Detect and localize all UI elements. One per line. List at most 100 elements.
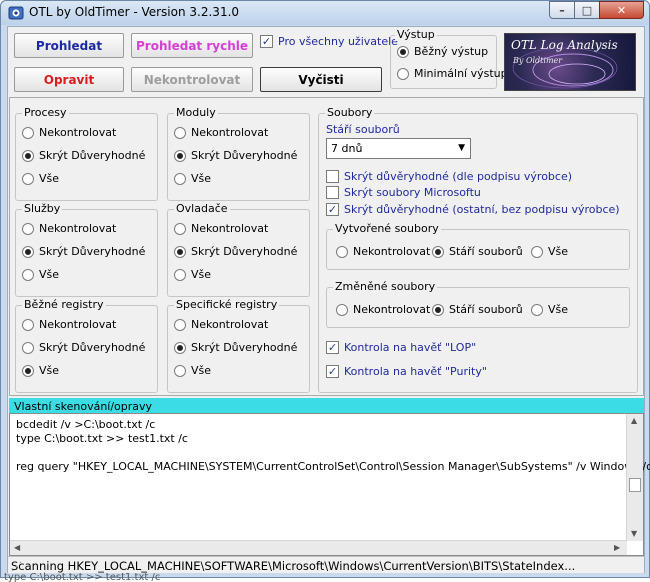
bezne-registry-radio-all[interactable]: Vše [22, 364, 59, 377]
created-radio-none[interactable]: Nekontrolovat [336, 245, 430, 258]
changed-dot-all[interactable] [531, 303, 543, 316]
sluzby-dot-none[interactable] [22, 222, 34, 235]
scroll-right-icon[interactable]: ▶ [614, 543, 620, 552]
sluzby-dot-hide-trusted[interactable] [22, 245, 34, 258]
bezne-registry-dot-none[interactable] [22, 318, 34, 331]
sluzby-radio-hide-trusted[interactable]: Skrýt Důveryhodné [22, 245, 145, 258]
scroll-down-icon[interactable]: ▼ [631, 529, 637, 538]
vertical-scroll-thumb[interactable] [629, 478, 641, 492]
moduly-dot-hide-trusted[interactable] [174, 149, 186, 162]
moduly-dot-none[interactable] [174, 126, 186, 139]
created-files-label: Vytvořené soubory [333, 222, 441, 235]
horizontal-scrollbar[interactable]: ◀ ▶ [10, 540, 627, 555]
sluzby-radio-all[interactable]: Vše [22, 268, 59, 281]
hide-trusted-other-checkbox[interactable]: ✓ Skrýt důvěryhodné (ostatní, bez podpis… [326, 203, 620, 216]
sluzby-radio-none[interactable]: Nekontrolovat [22, 222, 116, 235]
bezne-registry-opt-hide-trusted: Skrýt Důveryhodné [39, 341, 146, 354]
ovladace-radio-hide-trusted[interactable]: Skrýt Důveryhodné [174, 245, 297, 258]
none-button[interactable]: Nekontrolovat [131, 67, 253, 92]
changed-radio-all[interactable]: Vše [531, 303, 568, 316]
specificke-registry-dot-none[interactable] [174, 318, 186, 331]
specificke-registry-opt-none: Nekontrolovat [191, 318, 269, 331]
vertical-scrollbar[interactable]: ▲ ▼ [626, 414, 643, 541]
file-age-select[interactable]: 7 dnů ▼ [326, 138, 471, 159]
ovladace-dot-none[interactable] [174, 222, 186, 235]
bezne-registry-radio-hide-trusted[interactable]: Skrýt Důveryhodné [22, 341, 145, 354]
moduly-radio-none[interactable]: Nekontrolovat [174, 126, 268, 139]
output-minimal-radio[interactable]: Minimální výstup [397, 67, 508, 80]
changed-opt-none: Nekontrolovat [353, 303, 431, 316]
moduly-radio-all[interactable]: Vše [174, 172, 211, 185]
changed-dot-age[interactable] [432, 303, 444, 316]
all-users-checkbox[interactable]: ✓ Pro všechny uživatele [260, 35, 398, 48]
quick-scan-button[interactable]: Prohledat rychle [131, 33, 253, 58]
bezne-registry-dot-all[interactable] [22, 364, 34, 377]
status-bar: Scanning HKEY_LOCAL_MACHINE\SOFTWARE\Mic… [8, 556, 644, 573]
created-dot-age[interactable] [432, 245, 444, 258]
ovladace-radio-all[interactable]: Vše [174, 268, 211, 281]
lop-checkbox[interactable]: ✓ Kontrola na havěť "LOP" [326, 341, 476, 354]
moduly-radio-hide-trusted[interactable]: Skrýt Důveryhodné [174, 149, 297, 162]
procesy-radio-all[interactable]: Vše [22, 172, 59, 185]
output-minimal-dot[interactable] [397, 67, 409, 80]
bezne-registry-radio-none[interactable]: Nekontrolovat [22, 318, 116, 331]
hide-microsoft-files-checkbox[interactable]: Skrýt soubory Microsoftu [326, 186, 481, 199]
ovladace-opt-hide-trusted: Skrýt Důveryhodné [191, 245, 298, 258]
ovladace-dot-all[interactable] [174, 268, 186, 281]
scroll-left-icon[interactable]: ◀ [14, 543, 20, 552]
specificke-registry-radio-none[interactable]: Nekontrolovat [174, 318, 268, 331]
background-window-text: type C:\boot.txt >> test1.txt /c [4, 572, 161, 582]
maximize-button[interactable]: □ [574, 1, 600, 19]
output-group: Výstup Běžný výstup Minimální výstup [390, 28, 508, 89]
otl-window: OTL by OldTimer - Version 3.2.31.0 – □ ✕… [0, 0, 650, 578]
output-normal-dot[interactable] [397, 45, 409, 58]
hide-trusted-signed-box[interactable] [326, 170, 339, 183]
all-users-check-box[interactable]: ✓ [260, 35, 273, 48]
scroll-up-icon[interactable]: ▲ [631, 416, 637, 425]
moduly-dot-all[interactable] [174, 172, 186, 185]
procesy-opt-all: Vše [39, 172, 60, 185]
specificke-registry-dot-all[interactable] [174, 364, 186, 377]
lop-check-box[interactable]: ✓ [326, 341, 339, 354]
specificke-registry-radio-all[interactable]: Vše [174, 364, 211, 377]
procesy-group: Procesy Nekontrolovat Skrýt Důveryhodné … [15, 106, 158, 201]
minimize-button[interactable]: – [549, 1, 575, 19]
fix-button[interactable]: Opravit [14, 67, 124, 92]
changed-dot-none[interactable] [336, 303, 348, 316]
created-radio-age[interactable]: Stáří souborů [432, 245, 523, 258]
purity-checkbox[interactable]: ✓ Kontrola na havěť "Purity" [326, 365, 487, 378]
purity-check-box[interactable]: ✓ [326, 365, 339, 378]
output-normal-radio[interactable]: Běžný výstup [397, 45, 488, 58]
bezne-registry-dot-hide-trusted[interactable] [22, 341, 34, 354]
ovladace-radio-none[interactable]: Nekontrolovat [174, 222, 268, 235]
custom-line-4: reg query "HKEY_LOCAL_MACHINE\SYSTEM\Cur… [16, 460, 650, 473]
created-files-group: Vytvořené soubory Nekontrolovat Stáří so… [326, 222, 630, 270]
clear-button[interactable]: Vyčisti [260, 67, 382, 92]
procesy-radio-none[interactable]: Nekontrolovat [22, 126, 116, 139]
moduly-opt-hide-trusted: Skrýt Důveryhodné [191, 149, 298, 162]
resize-grip-icon[interactable]: ⋰ [11, 559, 23, 573]
specificke-registry-dot-hide-trusted[interactable] [174, 341, 186, 354]
dropdown-arrow-icon[interactable]: ▼ [458, 143, 465, 153]
created-dot-all[interactable] [531, 245, 543, 258]
file-age-value: 7 dnů [331, 142, 363, 155]
scan-button[interactable]: Prohledat [14, 33, 124, 58]
custom-scan-textarea[interactable]: bcdedit /v >C:\boot.txt /c type C:\boot.… [9, 413, 650, 556]
created-radio-all[interactable]: Vše [531, 245, 568, 258]
procesy-radio-hide-trusted[interactable]: Skrýt Důveryhodné [22, 149, 145, 162]
hide-trusted-signed-checkbox[interactable]: Skrýt důvěryhodné (dle podpisu výrobce) [326, 170, 572, 183]
close-button[interactable]: ✕ [599, 1, 644, 19]
specificke-registry-radio-hide-trusted[interactable]: Skrýt Důveryhodné [174, 341, 297, 354]
procesy-dot-none[interactable] [22, 126, 34, 139]
hide-trusted-other-box[interactable]: ✓ [326, 203, 339, 216]
ovladace-opt-none: Nekontrolovat [191, 222, 269, 235]
title-bar[interactable]: OTL by OldTimer - Version 3.2.31.0 – □ ✕ [1, 1, 649, 25]
sluzby-dot-all[interactable] [22, 268, 34, 281]
ovladace-dot-hide-trusted[interactable] [174, 245, 186, 258]
created-dot-none[interactable] [336, 245, 348, 258]
changed-radio-none[interactable]: Nekontrolovat [336, 303, 430, 316]
changed-radio-age[interactable]: Stáří souborů [432, 303, 523, 316]
hide-microsoft-files-box[interactable] [326, 186, 339, 199]
procesy-dot-hide-trusted[interactable] [22, 149, 34, 162]
procesy-dot-all[interactable] [22, 172, 34, 185]
